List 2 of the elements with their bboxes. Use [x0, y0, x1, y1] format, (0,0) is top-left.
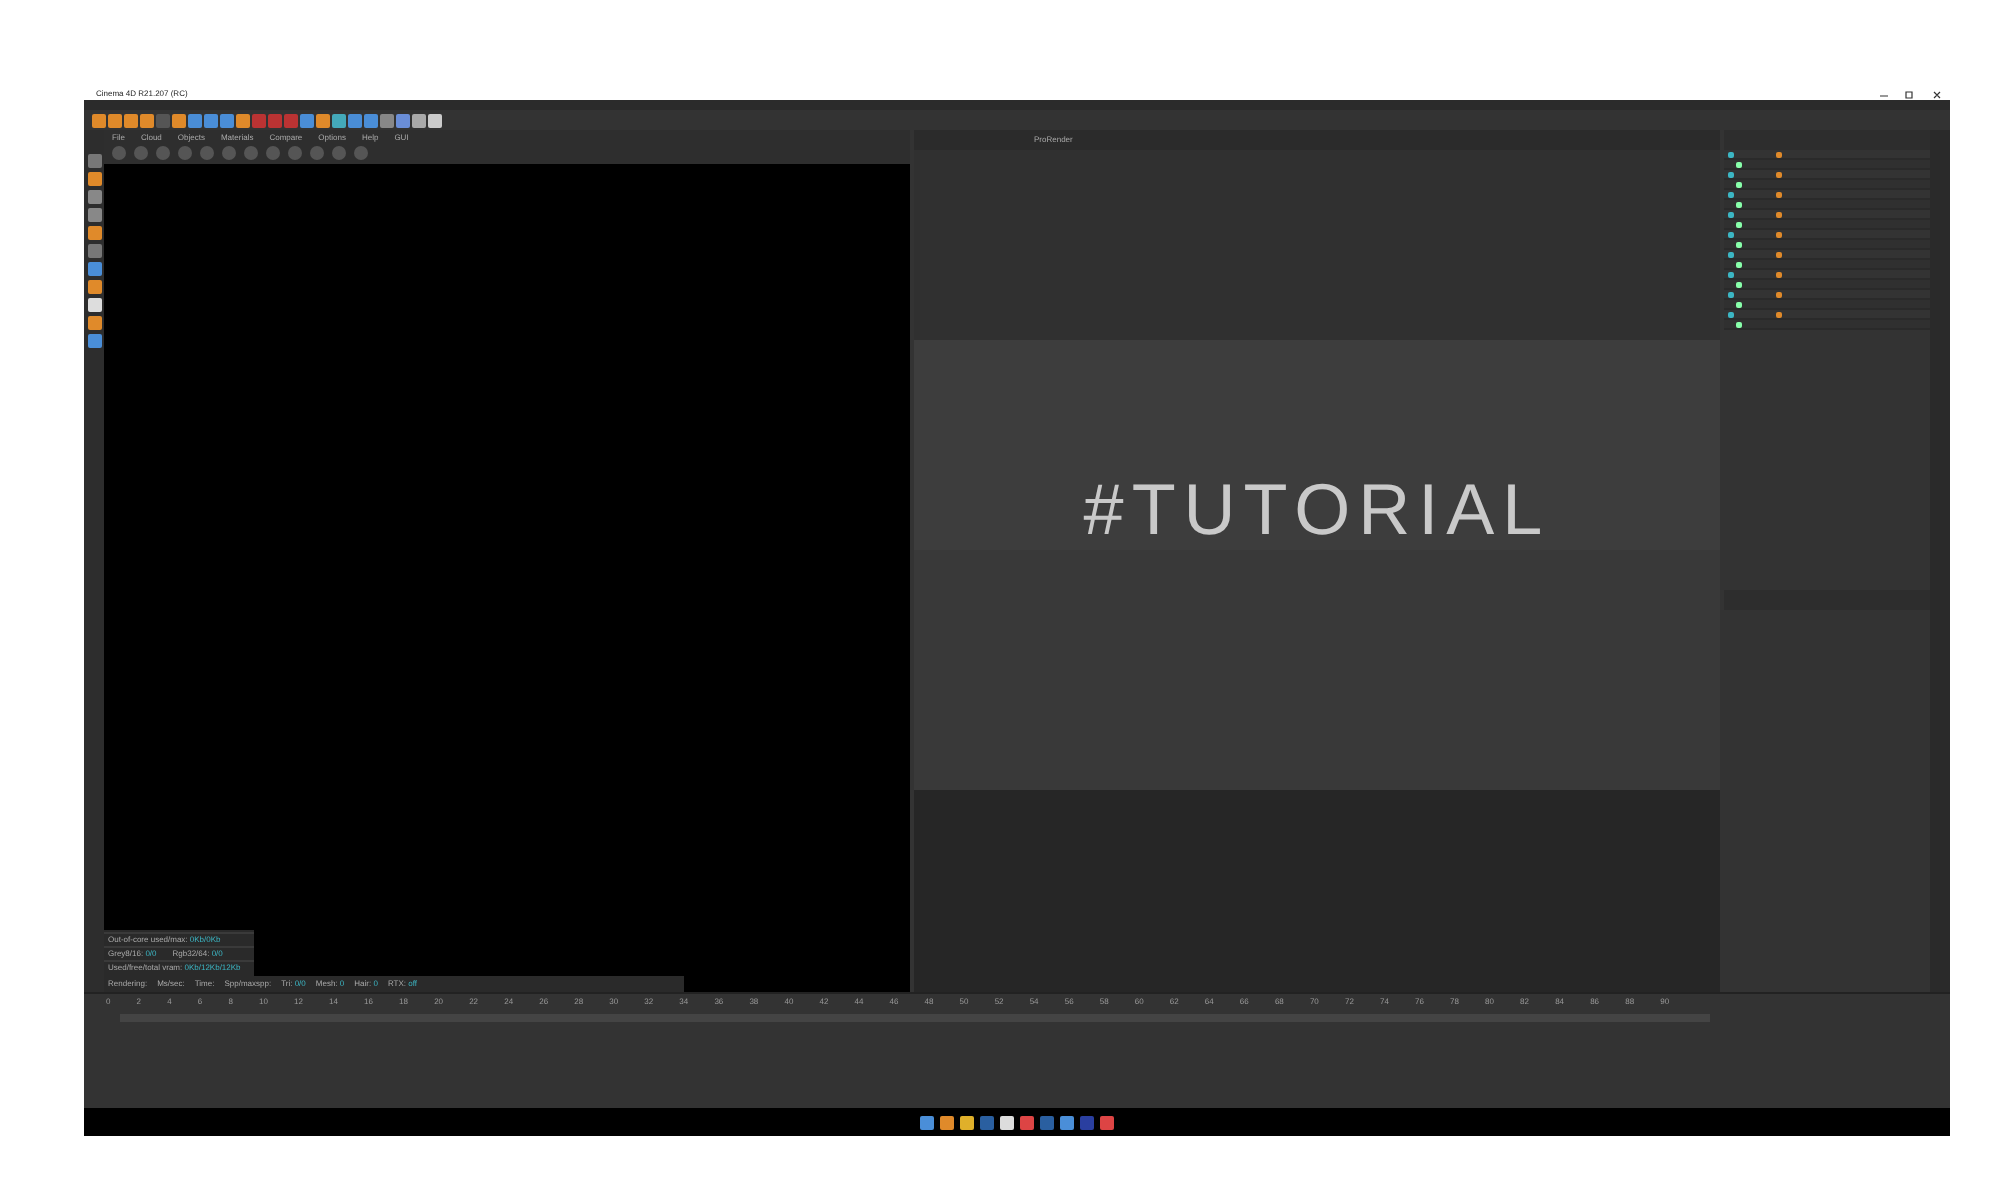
scrollbar[interactable]: [1930, 130, 1950, 992]
scene-text: #TUTORIAL: [1083, 474, 1551, 546]
